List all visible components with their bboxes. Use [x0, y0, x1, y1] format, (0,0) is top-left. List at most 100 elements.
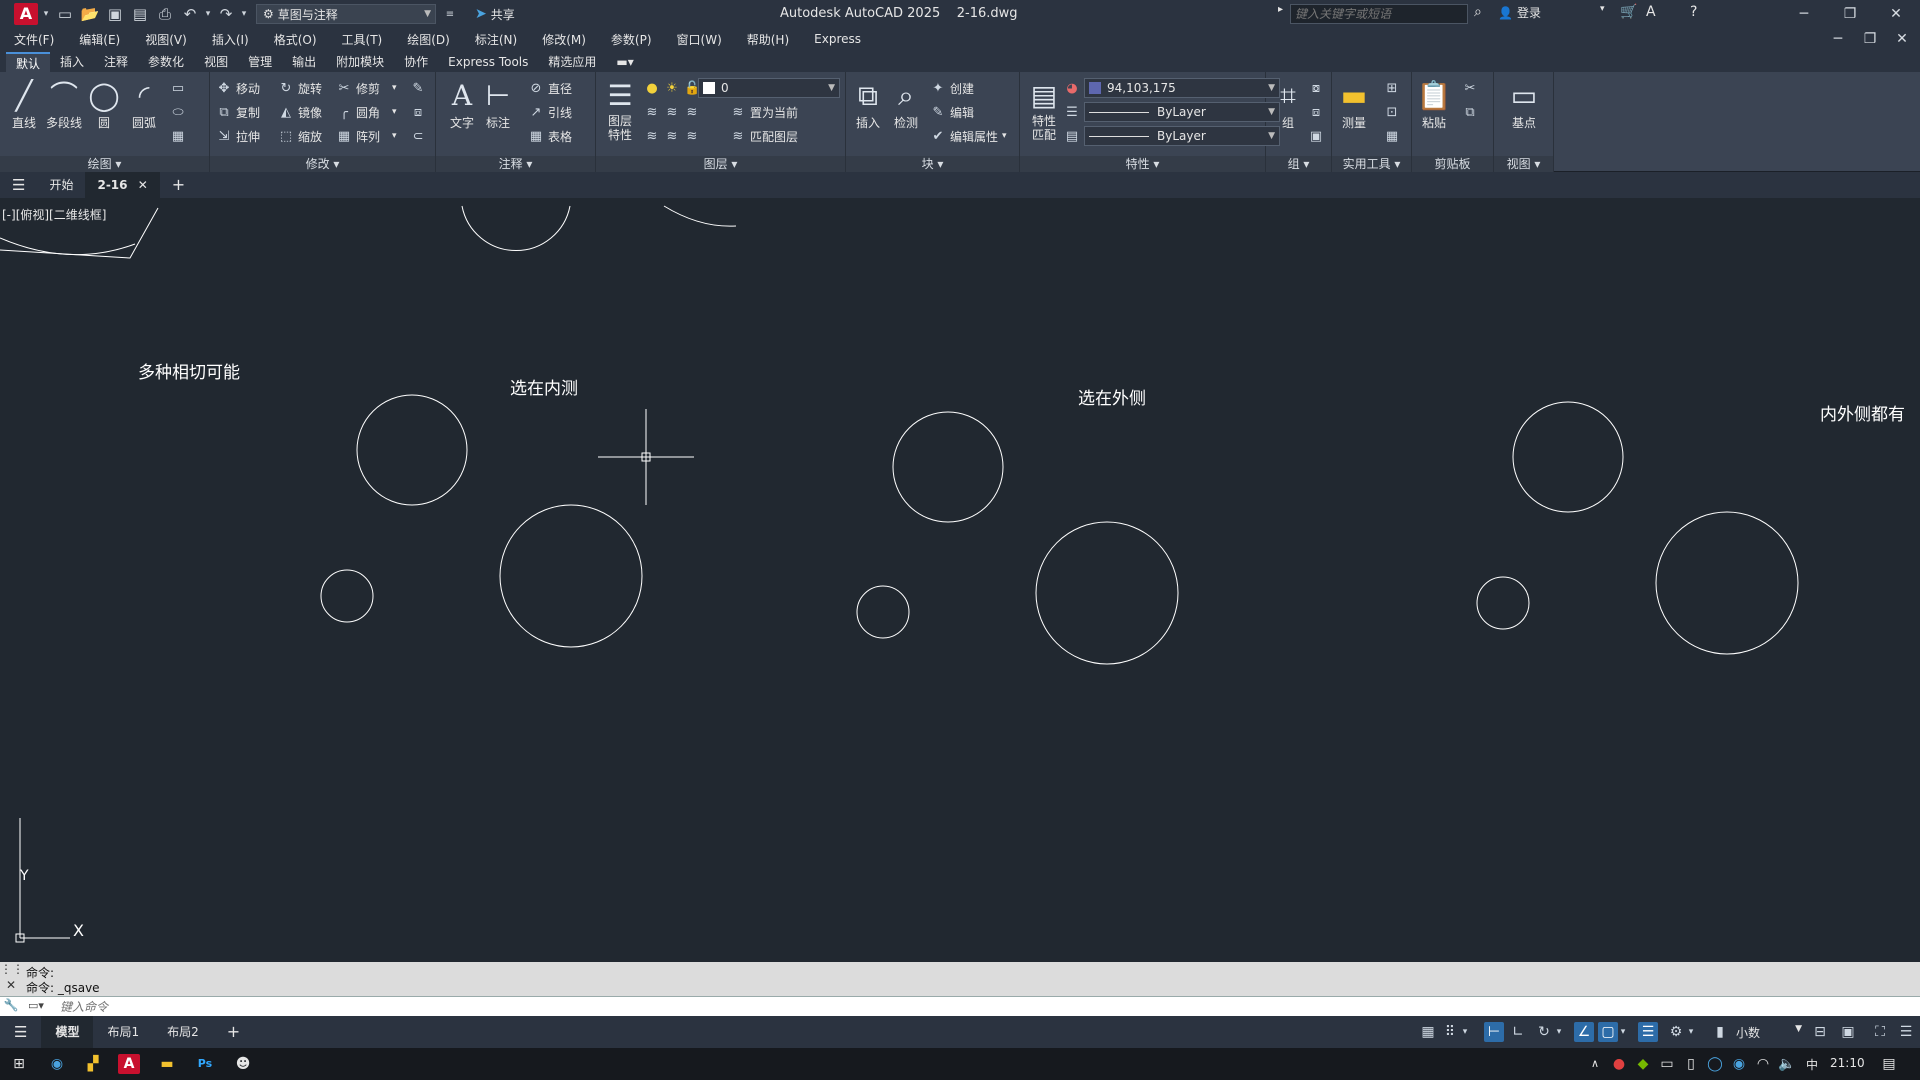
paste-button[interactable]: 📋 粘贴 — [1412, 78, 1456, 131]
bluetooth-tray-icon[interactable]: ◯ — [1704, 1054, 1726, 1074]
app-tray-icon[interactable]: ◉ — [1728, 1054, 1750, 1074]
menu-view[interactable]: 视图(V) — [145, 31, 187, 48]
wrench-icon[interactable]: 🔧 — [0, 998, 22, 1012]
panel-modify-title[interactable]: 修改 ▾ — [210, 156, 435, 172]
rectangle-button[interactable]: ▭ — [170, 78, 186, 98]
menu-insert[interactable]: 插入(I) — [212, 31, 249, 48]
restore-icon[interactable]: ❐ — [1836, 2, 1864, 26]
autodesk-app-icon[interactable]: A — [1646, 4, 1656, 20]
layout-tab-1[interactable]: 布局1 — [93, 1016, 153, 1048]
tab-annotate[interactable]: 注释 — [94, 52, 138, 72]
select-all-button[interactable]: ⊡ — [1384, 102, 1400, 122]
settings-dropdown-icon[interactable]: ▾ — [1686, 1022, 1696, 1042]
layer-tools-row-2[interactable]: ≋ ≋ ≋ — [644, 126, 700, 146]
tab-view[interactable]: 视图 — [194, 52, 238, 72]
trim-button[interactable]: ✂ 修剪 ▾ — [336, 78, 397, 98]
menu-parametric[interactable]: 参数(P) — [611, 31, 652, 48]
ellipse-button[interactable]: ⬭ — [170, 102, 186, 122]
hatch-button[interactable]: ▦ — [170, 126, 186, 146]
measure-button[interactable]: ▬ 测量 — [1332, 78, 1376, 131]
layer-state-icons[interactable]: ● ☀ 🔓 — [644, 78, 700, 98]
annotation-scale-icon[interactable]: ▮ — [1710, 1022, 1730, 1042]
edit-block-button[interactable]: ✎ 编辑 — [930, 102, 974, 122]
tray-expand-icon[interactable]: ∧ — [1584, 1054, 1606, 1074]
photoshop-icon[interactable]: Ps — [194, 1054, 216, 1074]
menu-tools[interactable]: 工具(T) — [342, 31, 383, 48]
layer-select[interactable]: 0 ▼ — [698, 78, 840, 98]
menu-window[interactable]: 窗口(W) — [677, 31, 722, 48]
snap-dropdown-icon[interactable]: ▾ — [1460, 1022, 1470, 1042]
ortho-icon[interactable]: ∟ — [1508, 1022, 1528, 1042]
linetype-icon-button[interactable]: ☰ — [1064, 102, 1080, 122]
dimension-button[interactable]: ⊢ 标注 — [476, 78, 520, 131]
tab-express-tools[interactable]: Express Tools — [438, 52, 538, 72]
menu-format[interactable]: 格式(O) — [274, 31, 317, 48]
tab-insert[interactable]: 插入 — [50, 52, 94, 72]
store-app-icon[interactable]: ▞ — [82, 1054, 104, 1074]
stretch-button[interactable]: ⇲ 拉伸 — [216, 126, 260, 146]
drawing-canvas[interactable]: [-][俯视][二维线框] 多种相切可能 选在内测 选在外侧 内外侧都有 Y X — [0, 198, 1920, 960]
quick-access-menu-icon[interactable]: ≡ — [439, 3, 461, 25]
object-snap-dropdown-icon[interactable]: ▾ — [1618, 1022, 1628, 1042]
login-dropdown-icon[interactable]: ▾ — [1600, 4, 1605, 14]
lineweight-toggle-icon[interactable]: ☰ — [1638, 1022, 1658, 1042]
doc-menu-icon[interactable]: ☰ — [0, 172, 37, 198]
chat-app-icon[interactable]: ☻ — [232, 1054, 254, 1074]
isodraft-icon[interactable]: ∠ — [1574, 1022, 1594, 1042]
menu-help[interactable]: 帮助(H) — [747, 31, 789, 48]
calculator-button[interactable]: ▦ — [1384, 126, 1400, 146]
close-icon[interactable]: ✕ — [0, 978, 22, 992]
match-layer-button[interactable]: ≋ 匹配图层 — [730, 126, 798, 146]
explode-button[interactable]: ⧈ — [410, 102, 426, 122]
fillet-button[interactable]: ╭ 圆角 ▾ — [336, 102, 397, 122]
polar-icon[interactable]: ↻ — [1534, 1022, 1554, 1042]
search-input[interactable] — [1290, 4, 1468, 24]
print-icon[interactable]: ⎙ — [154, 3, 176, 25]
tab-manage[interactable]: 管理 — [238, 52, 282, 72]
logo-dropdown-icon[interactable]: ▾ — [41, 3, 51, 25]
settings-gear-icon[interactable]: ⚙ — [1666, 1022, 1686, 1042]
layout-tab-model[interactable]: 模型 — [41, 1016, 94, 1048]
panel-group-title[interactable]: 组 ▾ — [1266, 156, 1331, 172]
polar-dropdown-icon[interactable]: ▾ — [1554, 1022, 1564, 1042]
tab-parametric[interactable]: 参数化 — [138, 52, 194, 72]
color-wheel-button[interactable]: ◕ — [1064, 78, 1080, 98]
ribbon-toggle-icon[interactable]: ▬▾ — [606, 52, 643, 72]
usb-tray-icon[interactable]: ▯ — [1680, 1054, 1702, 1074]
doc-restore-icon[interactable]: ❐ — [1856, 28, 1884, 50]
new-tab-icon[interactable]: + — [160, 172, 197, 198]
ungroup-button[interactable]: ⧇ — [1308, 78, 1324, 98]
menu-modify[interactable]: 修改(M) — [542, 31, 586, 48]
circle-button[interactable]: ◯ 圆 — [82, 78, 126, 131]
windows-start-icon[interactable]: ⊞ — [8, 1054, 30, 1074]
help-icon[interactable]: ? — [1690, 4, 1697, 20]
lineweight-icon-button[interactable]: ▤ — [1064, 126, 1080, 146]
panel-utilities-title[interactable]: 实用工具 ▾ — [1332, 156, 1411, 172]
panel-draw-title[interactable]: 绘图 ▾ — [0, 156, 209, 172]
volume-icon[interactable]: 🔈 — [1776, 1054, 1798, 1074]
arc-button[interactable]: ◜ 圆弧 — [122, 78, 166, 131]
doc-tab-start[interactable]: 开始 — [37, 172, 85, 198]
layout-menu-icon[interactable]: ☰ — [0, 1016, 41, 1048]
menu-draw[interactable]: 绘图(D) — [407, 31, 450, 48]
snap-icon[interactable]: ⠿ — [1440, 1022, 1460, 1042]
fillet-dropdown-icon[interactable]: ▾ — [392, 107, 397, 117]
panel-properties-title[interactable]: 特性 ▾ — [1020, 156, 1265, 172]
leader-button[interactable]: ↗ 引线 — [528, 102, 572, 122]
viewport-controls[interactable]: [-][俯视][二维线框] — [2, 206, 106, 223]
panel-block-title[interactable]: 块 ▾ — [846, 156, 1019, 172]
menu-express[interactable]: Express — [814, 32, 861, 46]
close-icon[interactable]: ✕ — [138, 178, 148, 192]
dynamic-input-icon[interactable]: ⊢ — [1484, 1022, 1504, 1042]
browser-icon[interactable]: ◉ — [46, 1054, 68, 1074]
create-block-button[interactable]: ✦ 创建 — [930, 78, 974, 98]
close-icon[interactable]: ✕ — [1882, 2, 1910, 26]
panel-annotation-title[interactable]: 注释 ▾ — [436, 156, 595, 172]
color-select[interactable]: 94,103,175 ▼ — [1084, 78, 1280, 98]
copy-button[interactable]: ⧉ 复制 — [216, 102, 260, 122]
linetype-select[interactable]: ByLayer ▼ — [1084, 102, 1280, 122]
move-button[interactable]: ✥ 移动 — [216, 78, 260, 98]
notification-icon[interactable]: ▤ — [1878, 1054, 1900, 1074]
tab-output[interactable]: 输出 — [282, 52, 326, 72]
login-button[interactable]: 👤 登录 — [1498, 4, 1541, 21]
